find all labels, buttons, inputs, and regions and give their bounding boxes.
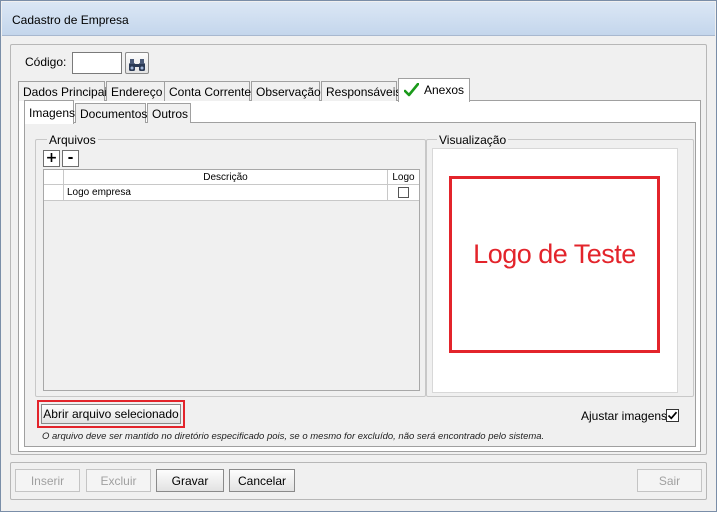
file-description-cell[interactable]: Logo empresa (64, 185, 388, 201)
binoculars-icon (129, 58, 145, 71)
tab-anexos[interactable]: Anexos (398, 78, 470, 102)
window-title: Cadastro de Empresa (12, 13, 129, 27)
tab-imagens[interactable]: Imagens (24, 100, 75, 124)
logo-image-text: Logo de Teste (473, 239, 636, 269)
row-indicator (44, 185, 64, 201)
visualizacao-label: Visualização (437, 133, 509, 147)
row-indicator-header (44, 170, 64, 185)
open-file-button[interactable]: Abrir arquivo selecionado (41, 404, 181, 424)
title-bar: Cadastro de Empresa (2, 2, 715, 36)
adjust-images-label: Ajustar imagens (581, 409, 668, 423)
remove-file-button[interactable]: - (62, 150, 79, 167)
check-icon (404, 83, 419, 97)
tab-outros[interactable]: Outros (147, 103, 191, 123)
open-file-highlight: Abrir arquivo selecionado (37, 400, 185, 428)
tab-responsaveis[interactable]: Responsáveis (321, 81, 401, 101)
gravar-button[interactable]: Gravar (156, 469, 224, 492)
tab-observacao[interactable]: Observação (251, 81, 321, 101)
codigo-label: Código: (25, 55, 67, 69)
table-row[interactable]: Logo empresa (44, 185, 419, 201)
excluir-button[interactable]: Excluir (86, 469, 151, 492)
column-header-descricao[interactable]: Descrição (64, 170, 388, 185)
tab-documentos[interactable]: Documentos (75, 103, 147, 123)
preview-logo-image: Logo de Teste (449, 176, 660, 353)
files-grid: Descrição Logo Logo empresa (43, 169, 420, 391)
arquivos-label: Arquivos (47, 133, 98, 147)
checkmark-icon (667, 411, 678, 420)
logo-checkbox[interactable] (398, 187, 409, 198)
file-logo-cell (388, 185, 419, 201)
codigo-input[interactable] (72, 52, 122, 74)
file-retention-hint: O arquivo deve ser mantido no diretório … (42, 431, 545, 442)
search-button[interactable] (125, 52, 149, 74)
add-file-button[interactable]: + (43, 150, 60, 167)
column-header-logo[interactable]: Logo (388, 170, 419, 185)
inserir-button[interactable]: Inserir (15, 469, 80, 492)
grid-header: Descrição Logo (44, 170, 419, 185)
tab-conta-corrente[interactable]: Conta Corrente (164, 81, 251, 101)
sair-button[interactable]: Sair (637, 469, 702, 492)
tab-dados-principais[interactable]: Dados Principais (18, 81, 113, 101)
cancelar-button[interactable]: Cancelar (229, 469, 295, 492)
adjust-images-checkbox[interactable] (666, 409, 679, 422)
